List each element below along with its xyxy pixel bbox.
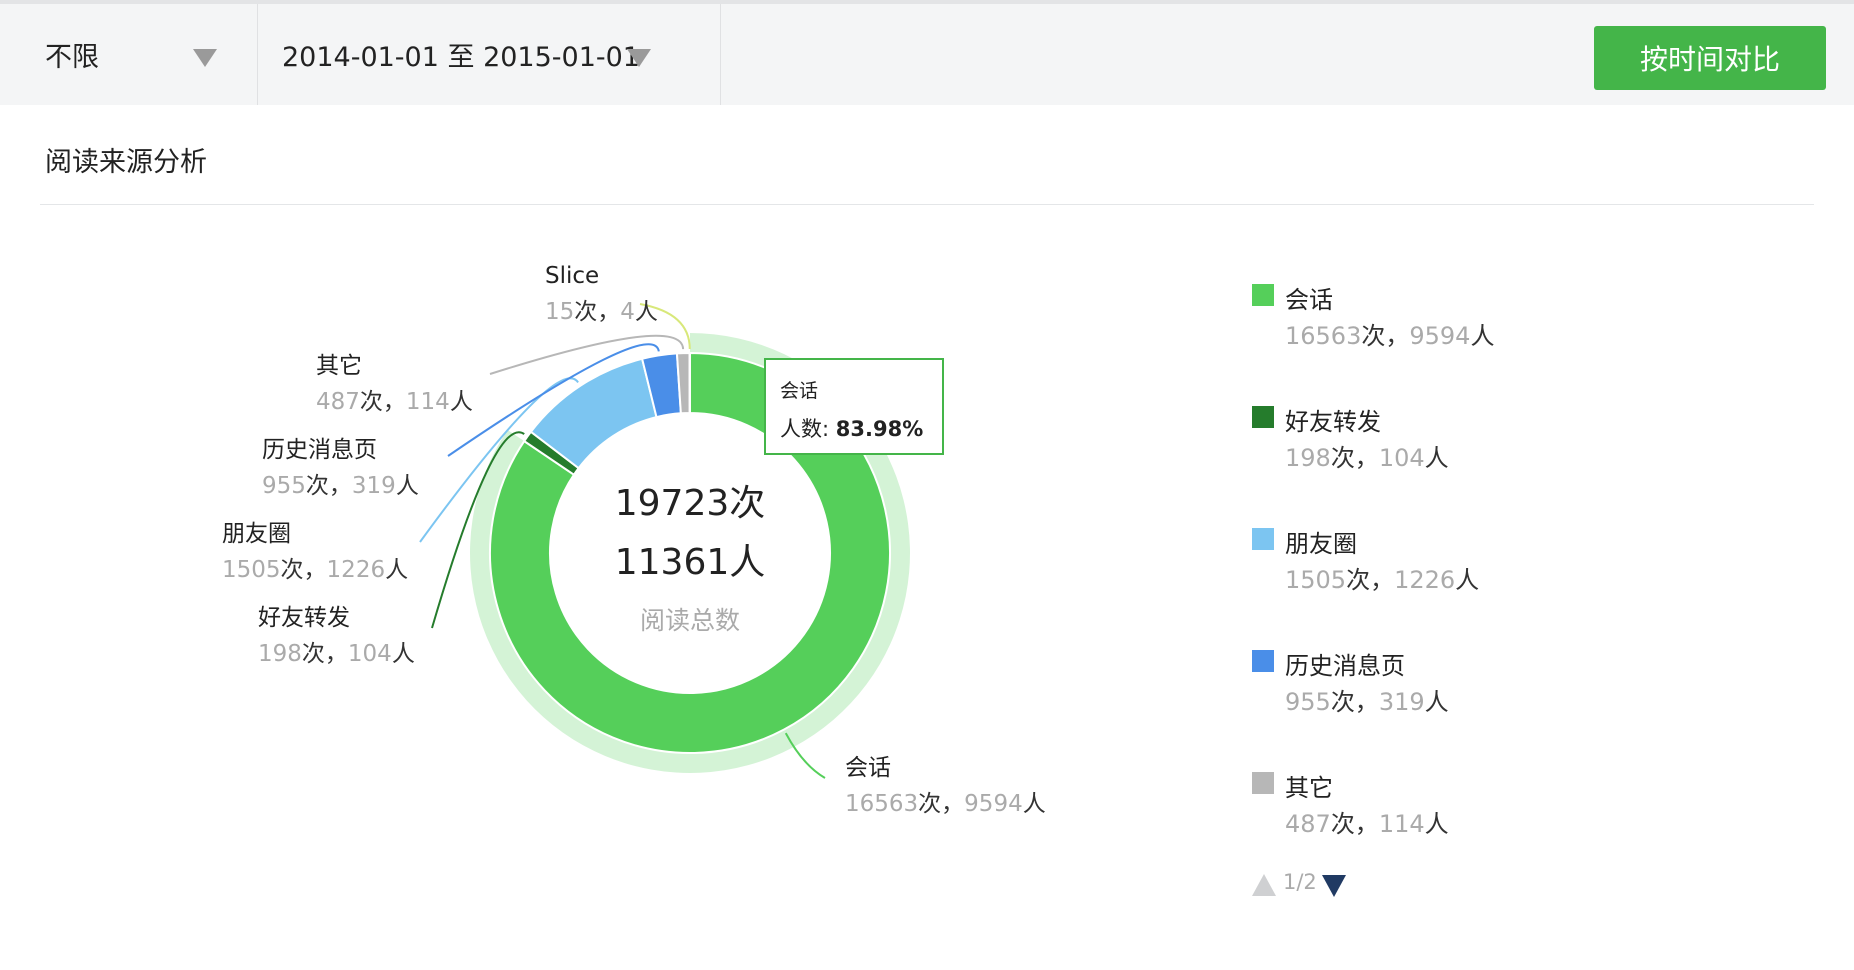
center-total-reads: 19723次 [615,483,766,524]
legend-name: 会话 [1285,286,1333,314]
legend-swatch [1252,406,1274,428]
slice-label-name-1: 好友转发 [258,605,350,631]
center-caption: 阅读总数 [640,606,740,635]
slice-label-stat-4: 487次，114人 [316,389,473,415]
legend-stat: 487次，114人 [1285,810,1449,838]
tooltip-percent: 83.98% [835,417,924,441]
slice-label-name-5: Slice [545,263,599,289]
legend-item-4[interactable]: 其它 487次，114人 [1252,772,1582,842]
legend-swatch [1252,650,1274,672]
legend-item-3[interactable]: 历史消息页 955次，319人 [1252,650,1582,720]
tooltip-value: 人数: 83.98% [780,413,928,443]
legend-stat: 955次，319人 [1285,688,1449,716]
slice-label-name-3: 历史消息页 [262,437,377,463]
tooltip-colon: : [822,417,836,441]
legend-stat: 1505次，1226人 [1285,566,1480,594]
slice-label-stat-0: 16563次，9594人 [845,791,1046,817]
legend-item-1[interactable]: 好友转发 198次，104人 [1252,406,1582,476]
legend-stat: 16563次，9594人 [1285,322,1495,350]
slice-label-stat-5: 15次，4人 [545,299,658,325]
slice-label-stat-2: 1505次，1226人 [222,557,408,583]
pager-up-icon[interactable] [1252,874,1276,896]
tooltip-metric-label: 人数 [780,417,822,441]
slice-label-name-4: 其它 [316,353,362,379]
legend-swatch [1252,772,1274,794]
slice-label-stat-1: 198次，104人 [258,641,415,667]
legend-swatch [1252,528,1274,550]
center-total-readers: 11361人 [615,542,766,583]
pager-page-number: 1/2 [1283,870,1317,894]
legend-name: 好友转发 [1285,408,1381,436]
legend-item-0[interactable]: 会话 16563次，9594人 [1252,284,1582,354]
slice-label-name-0: 会话 [845,755,891,781]
slice-label-stat-3: 955次，319人 [262,473,419,499]
pager-down-icon[interactable] [1322,875,1346,897]
legend-item-2[interactable]: 朋友圈 1505次，1226人 [1252,528,1582,598]
legend-name: 历史消息页 [1285,652,1405,680]
chart-tooltip: 会话 人数: 83.98% [764,358,944,455]
legend-stat: 198次，104人 [1285,444,1449,472]
slice-label-name-2: 朋友圈 [222,521,291,547]
legend-swatch [1252,284,1274,306]
legend-name: 其它 [1285,774,1333,802]
legend-name: 朋友圈 [1285,530,1357,558]
tooltip-title: 会话 [780,380,819,402]
